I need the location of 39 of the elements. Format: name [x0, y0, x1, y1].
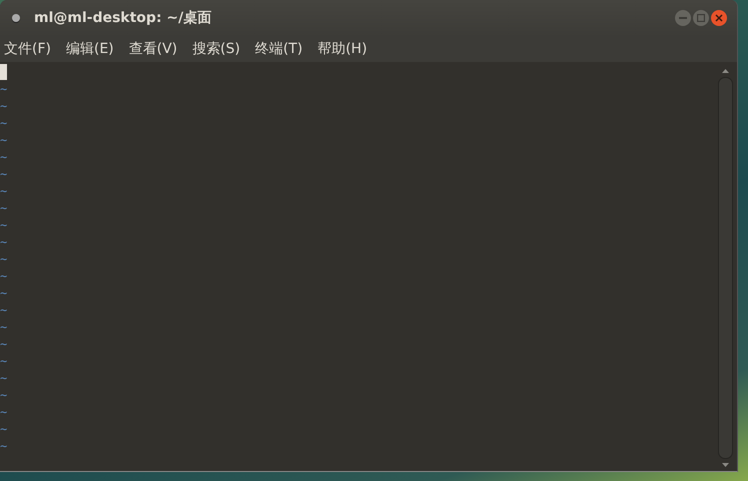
empty-line-marker: ~ [0, 132, 8, 149]
menu-item[interactable]: 帮助(H) [318, 40, 368, 58]
empty-line-marker: ~ [0, 98, 8, 115]
window-icon [12, 14, 20, 22]
window-title: ml@ml-desktop: ~/桌面 [34, 9, 212, 27]
empty-line-marker: ~ [0, 217, 8, 234]
minimize-button[interactable] [675, 10, 691, 26]
scroll-up-arrow-icon [722, 69, 728, 73]
empty-line-marker: ~ [0, 81, 8, 98]
empty-line-marker: ~ [0, 166, 8, 183]
close-icon [715, 14, 723, 22]
empty-line-marker: ~ [0, 234, 8, 251]
empty-line-marker: ~ [0, 353, 8, 370]
empty-line-marker: ~ [0, 302, 8, 319]
empty-line-marker: ~ [0, 370, 8, 387]
maximize-icon [697, 14, 705, 22]
empty-line-marker: ~ [0, 183, 8, 200]
empty-line-marker: ~ [0, 404, 8, 421]
menu-item[interactable]: 文件(F) [4, 40, 51, 58]
empty-line-marker: ~ [0, 421, 8, 438]
menu-item[interactable]: 终端(T) [255, 40, 303, 58]
close-button[interactable] [711, 10, 727, 26]
empty-line-marker: ~ [0, 251, 8, 268]
menu-item[interactable]: 查看(V) [128, 40, 178, 58]
empty-line-marker: ~ [0, 438, 8, 455]
empty-line-marker: ~ [0, 268, 8, 285]
empty-line-marker: ~ [0, 149, 8, 166]
empty-line-marker: ~ [0, 387, 8, 404]
empty-line-marker: ~ [0, 115, 8, 132]
maximize-button[interactable] [693, 10, 709, 26]
text-cursor [0, 64, 7, 80]
empty-line-marker: ~ [0, 285, 8, 302]
empty-line-marker: ~ [0, 319, 8, 336]
menu-item[interactable]: 编辑(E) [66, 40, 114, 58]
menu-item[interactable]: 搜索(S) [192, 40, 240, 58]
minimize-icon [679, 14, 687, 22]
scroll-down-arrow-icon [722, 463, 728, 467]
empty-line-marker: ~ [0, 336, 8, 353]
empty-line-marker: ~ [0, 200, 8, 217]
